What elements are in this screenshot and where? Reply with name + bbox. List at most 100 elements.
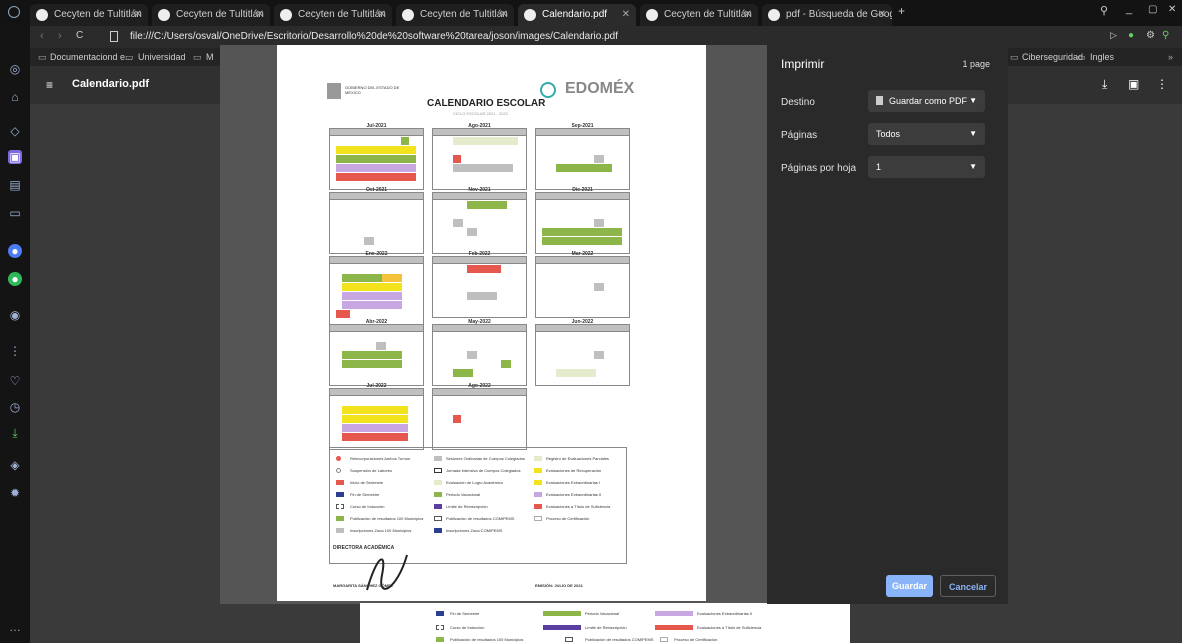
more-options-icon[interactable]: ⋮ <box>1156 77 1168 91</box>
search-tabs-icon[interactable]: ⚲ <box>1100 4 1108 17</box>
event-cell <box>401 137 409 145</box>
history-icon[interactable]: ◷ <box>8 400 22 414</box>
close-icon[interactable]: ✕ <box>878 4 886 26</box>
music-icon[interactable]: ◉ <box>8 308 22 322</box>
tab-cecyten-5[interactable]: Cecyten de Tultitlán ✕ <box>640 4 758 26</box>
whatsapp-icon[interactable]: ● <box>8 272 22 286</box>
apps-icon[interactable]: ▣ <box>8 150 22 164</box>
legend-item: Evaluaciones Extraordinarias II <box>697 611 753 616</box>
bookmark-m[interactable]: M <box>206 48 214 66</box>
heart-icon[interactable]: ♡ <box>8 374 22 388</box>
downloads-icon[interactable]: ⤓ <box>8 426 22 440</box>
legend-item: Límite de Reinscripción <box>446 504 488 509</box>
close-icon[interactable]: ✕ <box>134 4 142 26</box>
legend-swatch <box>336 456 341 461</box>
event-cell <box>336 155 416 163</box>
legend-swatch <box>434 504 442 509</box>
legend-swatch <box>436 625 444 630</box>
forward-icon[interactable]: › <box>58 30 62 42</box>
google-icon <box>768 9 780 21</box>
grid-icon[interactable]: ⋮ <box>8 344 22 358</box>
bookmark-ingles[interactable]: Ingles <box>1090 48 1114 66</box>
close-icon[interactable]: ✕ <box>622 4 630 26</box>
tab-cecyten-4[interactable]: Cecyten de Tultitlán ✕ <box>396 4 514 26</box>
bookmark-universidad[interactable]: Universidad <box>138 48 186 66</box>
back-icon[interactable]: ‹ <box>40 30 44 42</box>
legend-item: Jornada Intensiva de Cuerpos Colegiados <box>446 468 521 473</box>
government-logo <box>327 83 341 99</box>
pages-per-sheet-label: Páginas por hoja <box>781 163 857 174</box>
legend-swatch <box>434 468 442 473</box>
folder-icon: ▭ <box>1077 52 1086 62</box>
cancel-button[interactable]: Cancelar <box>940 575 996 597</box>
maximize-button[interactable]: ▢ <box>1148 4 1157 15</box>
legend-swatch <box>534 516 542 521</box>
legend-item: Registro de Evaluaciones Parciales <box>546 456 609 461</box>
legend-item: Reincorporaciones Ambos Turnos <box>350 456 411 461</box>
folder-icon: ▭ <box>1010 52 1019 62</box>
event-cell <box>594 283 604 291</box>
pages-per-sheet-select[interactable]: 1 ▼ <box>868 156 985 178</box>
legend-swatch <box>434 528 442 533</box>
doc-icon[interactable]: ▤ <box>8 178 22 192</box>
tab-cecyten-2[interactable]: Cecyten de Tultitlán ✕ <box>152 4 270 26</box>
minimize-button[interactable]: _ <box>1126 3 1132 15</box>
calendar-subtitle: CICLO ESCOLAR 2021 - 2022 <box>453 111 508 116</box>
tab-cecyten-1[interactable]: Cecyten de Tultitlán ✕ <box>30 4 148 26</box>
download-icon[interactable]: ⤓ <box>1102 77 1107 92</box>
bookmark-documentacion[interactable]: Documentaciond e... <box>50 48 133 66</box>
menu-icon[interactable]: ≡ <box>46 78 53 92</box>
profile-icon[interactable]: ⚲ <box>1162 30 1169 41</box>
brand-logo-mark <box>540 82 556 98</box>
legend-item: Publicación de resultados COMIPEMS <box>446 516 515 521</box>
legend-swatch <box>543 625 581 630</box>
wallet-icon[interactable]: ▭ <box>8 206 22 220</box>
messenger-icon[interactable]: ◎ <box>8 62 22 76</box>
event-cell <box>342 351 402 359</box>
bookmark-ciberseguridad[interactable]: Ciberseguridad <box>1022 48 1083 66</box>
close-icon[interactable]: ✕ <box>256 4 264 26</box>
reload-icon[interactable]: C <box>76 30 83 41</box>
site-icon <box>36 9 48 21</box>
print-icon[interactable]: ▣ <box>1128 77 1139 91</box>
month-calendar <box>329 256 424 328</box>
legend-item: Límite de Reinscripción <box>585 625 627 630</box>
event-cell <box>594 155 604 163</box>
legend-item: Proceso de Certificación <box>674 637 718 642</box>
save-button[interactable]: Guardar <box>886 575 933 597</box>
new-tab-button[interactable]: + <box>898 4 905 18</box>
event-cell <box>467 201 507 209</box>
close-icon[interactable]: ✕ <box>378 4 386 26</box>
tab-cecyten-3[interactable]: Cecyten de Tultitlán ✕ <box>274 4 392 26</box>
close-icon[interactable]: ✕ <box>500 4 508 26</box>
bag-icon[interactable]: ◇ <box>8 124 22 138</box>
more-bookmarks-icon[interactable]: » <box>1168 48 1173 66</box>
settings-icon[interactable]: ✹ <box>8 486 22 500</box>
cube-icon[interactable]: ◈ <box>8 458 22 472</box>
pages-select[interactable]: Todos ▼ <box>868 123 985 145</box>
month-calendar <box>432 324 527 386</box>
close-window-button[interactable]: ✕ <box>1168 4 1176 15</box>
calendar-title: CALENDARIO ESCOLAR <box>427 98 546 109</box>
month-calendar <box>432 388 527 450</box>
browser-menu-icon[interactable] <box>8 6 20 18</box>
more-icon[interactable]: … <box>8 620 22 634</box>
legend-swatch <box>336 516 344 521</box>
legend-swatch <box>434 480 442 485</box>
tab-calendario[interactable]: Calendario.pdf ✕ <box>518 4 636 26</box>
play-icon[interactable]: ▷ <box>1110 30 1117 41</box>
address-bar[interactable]: file:///C:/Users/osval/OneDrive/Escritor… <box>130 29 960 45</box>
legend-swatch <box>336 528 344 533</box>
messenger-app-icon[interactable]: ● <box>8 244 22 258</box>
shield-icon[interactable]: ● <box>1128 30 1134 41</box>
close-icon[interactable]: ✕ <box>744 4 752 26</box>
legend-item: Evaluaciones de Recuperación <box>546 468 602 473</box>
extensions-icon[interactable]: ⚙ <box>1146 30 1155 41</box>
legend-item: Inicio de Semestre <box>350 480 384 485</box>
legend-swatch <box>534 492 542 497</box>
tab-google-search[interactable]: pdf - Búsqueda de Google ✕ <box>762 4 892 26</box>
tab-label: Cecyten de Tultitlán <box>420 9 508 20</box>
tab-label: Cecyten de Tultitlán <box>176 9 264 20</box>
destination-select[interactable]: Guardar como PDF ▼ <box>868 90 985 112</box>
home-icon[interactable]: ⌂ <box>8 90 22 104</box>
